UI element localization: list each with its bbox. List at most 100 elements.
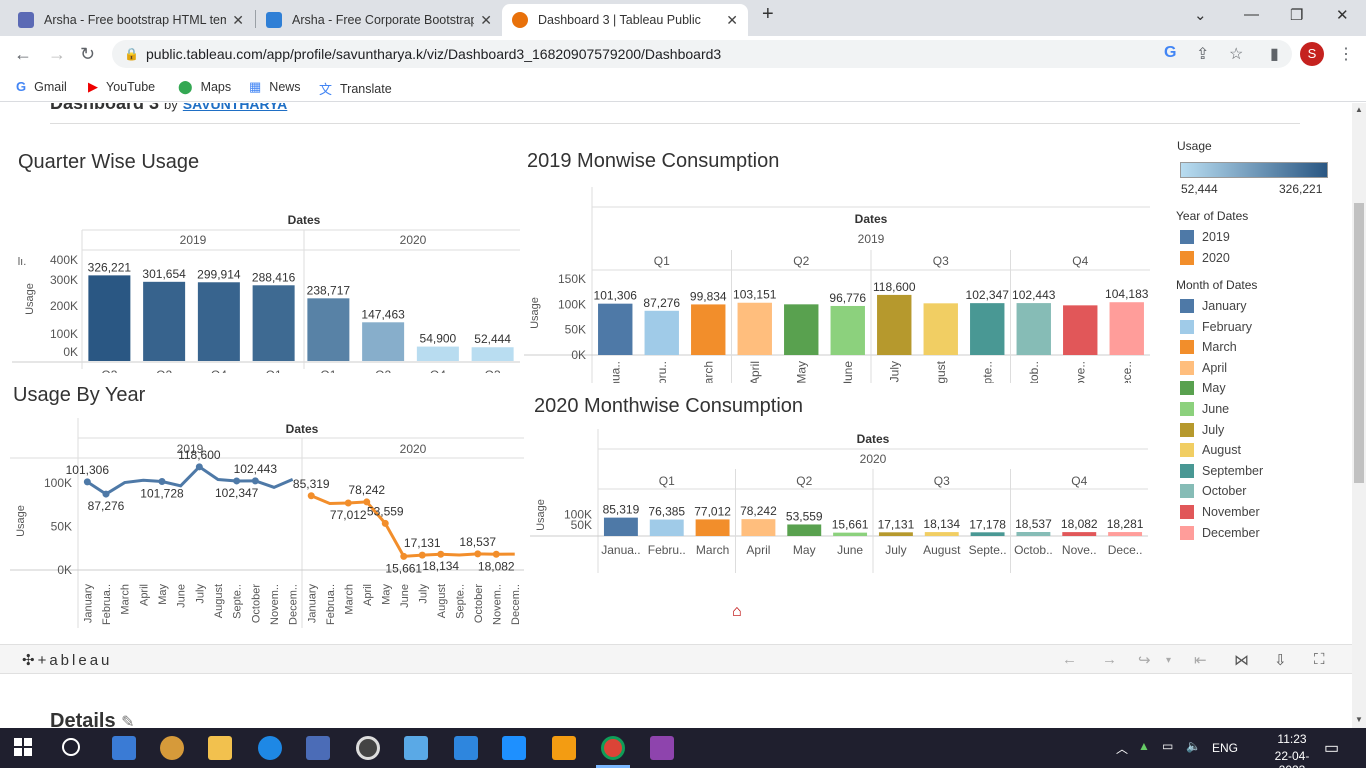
bookmark-youtube[interactable]: ▶ YouTube [88,79,155,95]
browser-tab-1[interactable]: Arsha - Free bootstrap HTML tem ✕ [8,4,254,36]
y-tick-label: 50K [51,520,72,534]
scroll-thumb[interactable] [1354,203,1364,483]
more-menu-icon[interactable]: ⋮ [1338,44,1354,64]
store-icon[interactable] [306,736,330,760]
bookmark-news[interactable]: ▦ News [249,79,301,95]
data-point [400,552,408,560]
chevron-down-icon[interactable]: ▾ [1166,655,1171,666]
data-point [307,492,315,500]
scroll-down-icon[interactable]: ▼ [1355,715,1363,724]
x-tick-label: August [923,543,961,557]
revert-icon[interactable]: ↪ [1138,651,1151,669]
search-circle-icon[interactable] [62,738,80,756]
network-icon[interactable]: ▭ [1162,739,1173,753]
star-icon[interactable]: ☆ [1229,44,1243,64]
tableau-logo[interactable]: ✣+ableau [22,651,112,669]
y-tick-label: 50K [571,518,592,532]
share-icon[interactable]: ⋈ [1234,651,1249,669]
month-legend-item[interactable]: January [1180,299,1246,313]
year-legend-item[interactable]: 2019 [1180,230,1230,244]
y-tick-label: 0K [57,563,72,577]
tableau-logo-text: +ableau [37,652,113,669]
side-panel-icon[interactable]: ▮ [1270,44,1279,64]
edit-pencil-icon[interactable]: ✎ [121,714,134,728]
notepad-icon[interactable] [404,736,428,760]
notification-icon[interactable]: ▭ [1324,738,1339,758]
month-legend-item[interactable]: November [1180,505,1260,519]
x-tick-label: August [934,360,948,383]
window-close-icon[interactable]: ✕ [1336,6,1349,24]
quarter-wise-title: Quarter Wise Usage [18,151,200,173]
forward-arrow-icon[interactable]: → [48,44,66,65]
chrome-icon[interactable] [601,736,625,760]
close-icon[interactable]: ✕ [232,12,244,29]
year-legend-item[interactable]: 2020 [1180,251,1230,265]
month-legend-item[interactable]: June [1180,402,1229,416]
fullscreen-icon[interactable]: ⛶ [1314,651,1325,668]
month-legend-item[interactable]: September [1180,463,1263,478]
maximize-icon[interactable]: ❐ [1290,6,1303,24]
lock-icon: 🔒 [124,47,139,61]
bar [833,532,868,536]
bookmark-maps[interactable]: ⬤ Maps [178,79,231,95]
bookmark-gmail[interactable]: G Gmail [16,79,67,94]
volume-icon[interactable]: 🔈 [1186,739,1201,753]
y-tick-label: 300K [50,273,78,287]
scroll-up-icon[interactable]: ▲ [1355,105,1363,114]
windows-start-icon[interactable] [14,738,32,756]
author-link[interactable]: SAVUNTHARYA [183,103,288,112]
month-legend-item[interactable]: December [1180,525,1260,540]
share-icon[interactable]: ⇪ [1196,44,1209,64]
tray-app-icon[interactable]: ▲ [1138,739,1150,753]
month-legend-item[interactable]: March [1180,340,1237,355]
browser-tab-2[interactable]: Arsha - Free Corporate Bootstrap ✕ [256,4,502,36]
download-icon[interactable]: ⇩ [1274,651,1287,669]
close-icon[interactable]: ✕ [480,12,492,29]
data-label: 78,242 [348,483,385,497]
clock-time[interactable]: 11:23 [1264,732,1320,746]
google-icon[interactable]: G [1164,44,1176,62]
url-field[interactable]: 🔒 public.tableau.com/app/profile/savunth… [112,40,1292,68]
reload-icon[interactable]: ↻ [80,44,95,65]
details-heading: Details ✎ [50,710,135,728]
page-scrollbar[interactable]: ▲ ▼ [1352,103,1366,728]
back-arrow-icon[interactable]: ← [14,44,32,65]
data-label: 301,654 [142,267,186,281]
x-tick-label: Janua.. [601,543,640,557]
bar [1062,532,1097,536]
x-tick-label: Nove.. [1062,543,1097,557]
bookmark-translate[interactable]: 文 Translate [319,79,392,98]
legend-swatch [1180,463,1194,478]
paint-app-icon[interactable] [160,736,184,760]
reset-icon[interactable]: ⇤ [1194,651,1207,669]
calendar-icon[interactable] [502,736,526,760]
profile-avatar[interactable]: S [1300,42,1324,66]
edge-browser-icon[interactable] [258,736,282,760]
month-legend-item[interactable]: October [1180,484,1246,499]
sublime-text-icon[interactable] [552,736,576,760]
redo-icon[interactable]: → [1102,651,1117,668]
tray-chevron-icon[interactable]: ︿ [1116,740,1128,757]
media-player-icon[interactable] [356,736,380,760]
close-icon[interactable]: ✕ [726,12,738,29]
file-explorer-icon[interactable] [208,736,232,760]
chevron-down-icon[interactable]: ⌄ [1194,6,1207,24]
month-legend-item[interactable]: August [1180,443,1241,458]
data-label: 85,319 [603,503,640,517]
month-legend-item[interactable]: April [1180,360,1227,375]
browser-tab-3[interactable]: Dashboard 3 | Tableau Public ✕ [502,4,748,36]
desktop-app-icon[interactable] [112,736,136,760]
undo-icon[interactable]: ← [1062,651,1077,668]
mail-icon[interactable] [454,736,478,760]
data-label: 18,082 [1061,517,1098,531]
month-legend-item[interactable]: July [1180,422,1224,437]
data-label: 53,559 [367,504,404,518]
minimize-icon[interactable]: — [1244,6,1259,23]
clock-date[interactable]: 22-04-2023 [1262,749,1322,777]
month-legend-item[interactable]: February [1180,319,1252,334]
new-tab-icon[interactable]: + [762,3,774,26]
winrar-icon[interactable] [650,736,674,760]
data-label: 299,914 [197,267,241,281]
language-indicator[interactable]: ENG [1212,741,1238,755]
month-legend-item[interactable]: May [1180,381,1226,396]
